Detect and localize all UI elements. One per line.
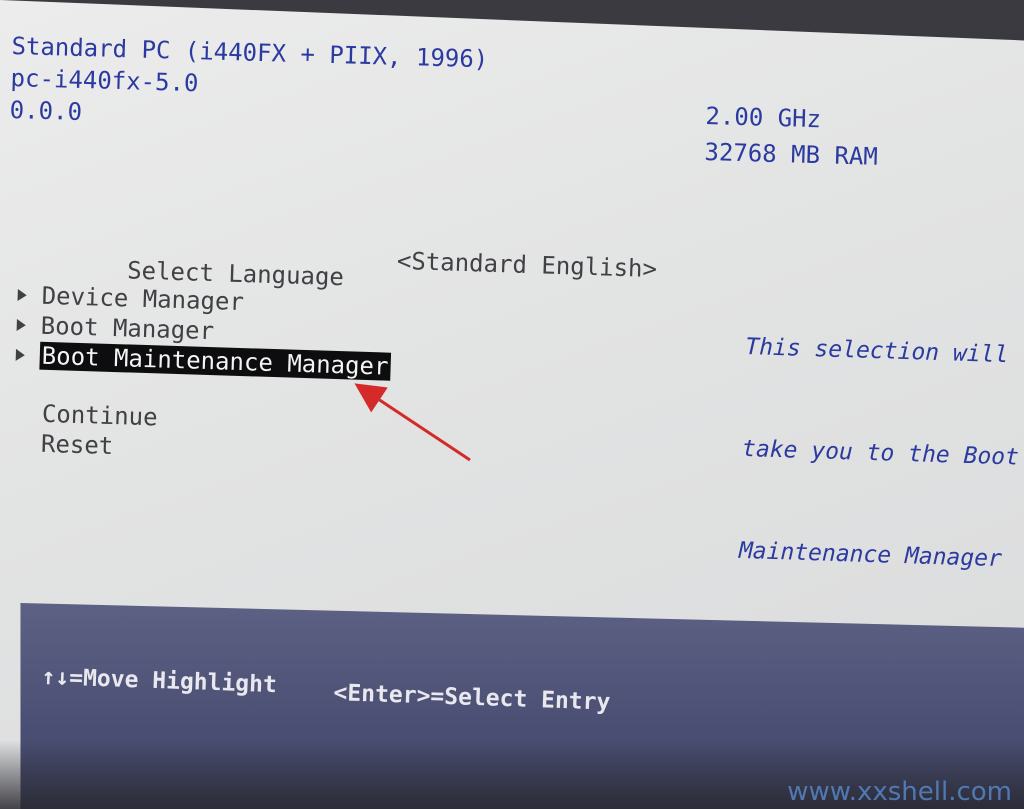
submenu-arrow-icon: [16, 318, 26, 332]
photo-frame: Standard PC (i440FX + PIIX, 1996) pc-i44…: [0, 0, 1024, 809]
watermark: www.xxshell.com: [787, 777, 1012, 807]
main-menu: Select Language <Standard English> Devic…: [13, 222, 660, 478]
help-line: This selection will: [744, 333, 1009, 369]
memory-size: 32768 MB RAM: [704, 137, 879, 171]
help-text: This selection will take you to the Boot…: [736, 262, 1020, 644]
system-info: 2.00 GHz 32768 MB RAM: [704, 98, 879, 175]
help-line: take you to the Boot: [741, 435, 1020, 471]
submenu-arrow-icon: [17, 288, 27, 302]
system-header: Standard PC (i440FX + PIIX, 1996) pc-i44…: [9, 30, 488, 139]
help-line: Maintenance Manager: [738, 537, 1003, 573]
cpu-speed: 2.00 GHz: [705, 101, 822, 134]
submenu-arrow-icon: [15, 348, 26, 362]
